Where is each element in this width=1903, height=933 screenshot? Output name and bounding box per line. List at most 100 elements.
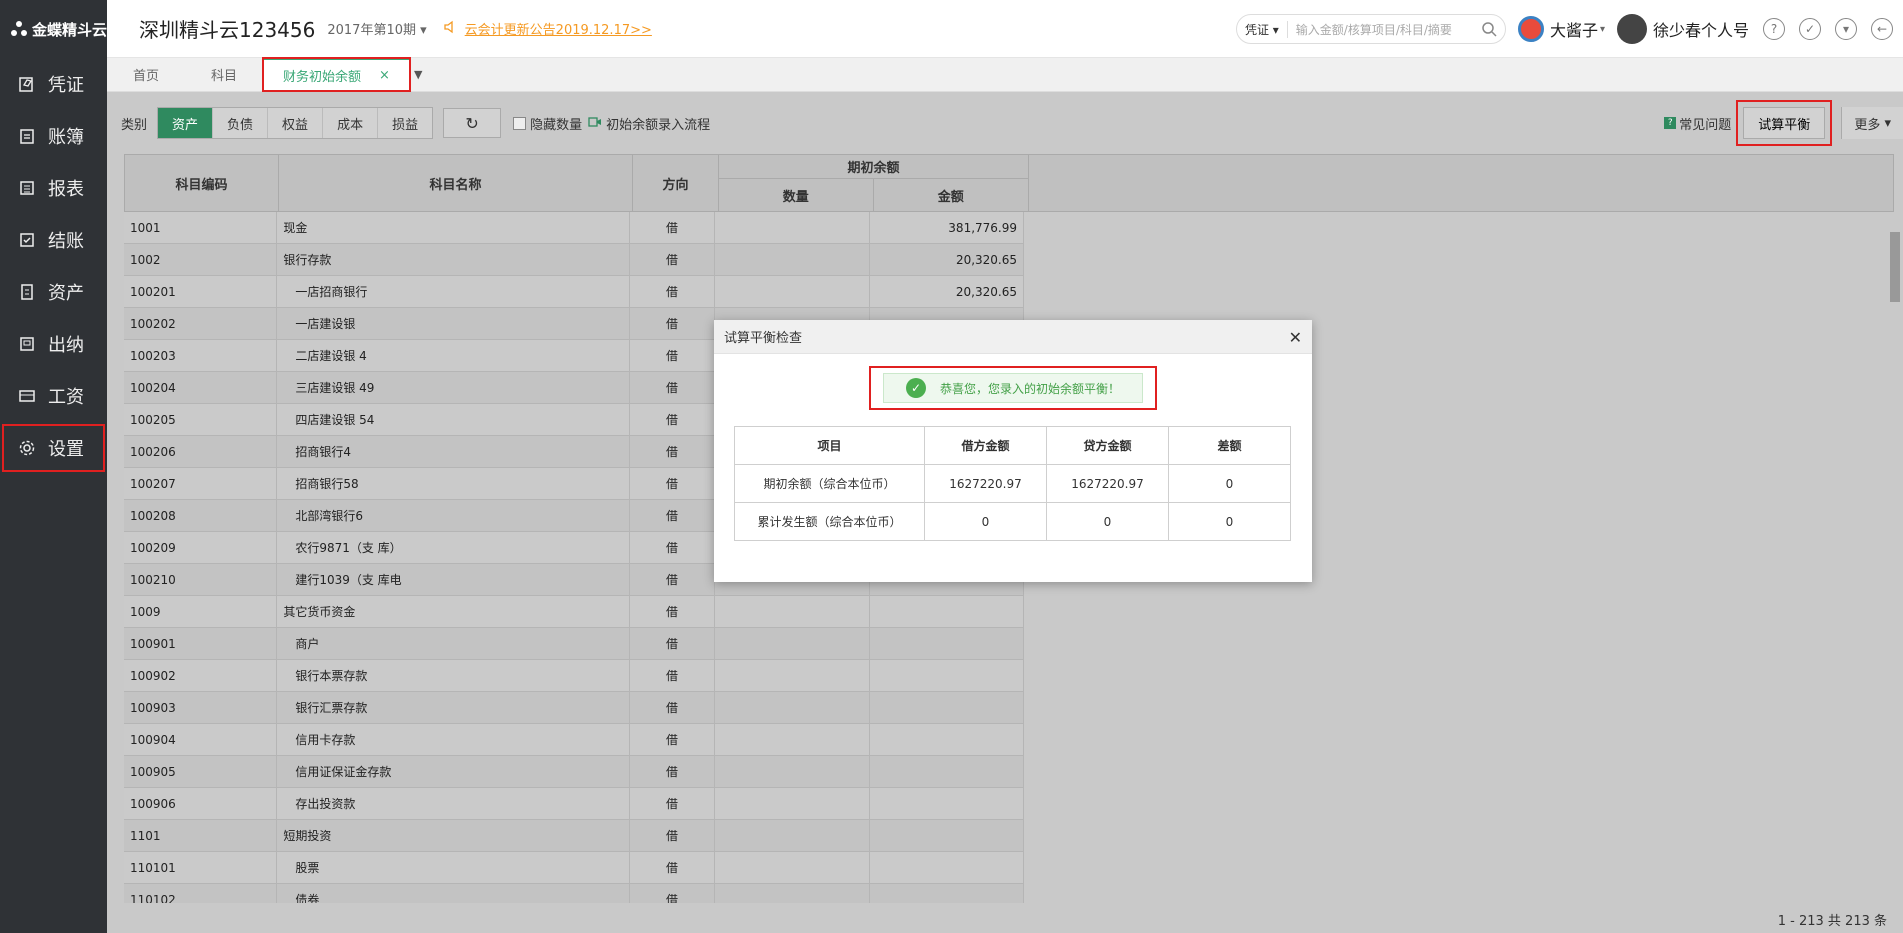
table-row[interactable]: 1009 其它货币资金借 xyxy=(124,596,1025,628)
sidebar-item-report[interactable]: 报表 xyxy=(0,162,107,214)
cell-direction: 借 xyxy=(630,692,716,723)
cell-qty[interactable] xyxy=(715,884,870,903)
cell-qty[interactable] xyxy=(715,852,870,883)
cell-qty[interactable] xyxy=(715,212,870,243)
cell-amount[interactable]: 20,320.65 xyxy=(870,244,1025,275)
cell-amount[interactable] xyxy=(870,724,1024,755)
cell-qty[interactable] xyxy=(715,756,870,787)
user-switch[interactable]: 大酱子 ▾ xyxy=(1517,16,1605,42)
notice-link[interactable]: 云会计更新公告2019.12.17>> xyxy=(443,19,652,38)
table-row[interactable]: 100906 存出投资款借 xyxy=(124,788,1024,820)
cell-name: 其它货币资金 xyxy=(277,596,630,627)
sidebar-item-label: 设置 xyxy=(48,439,84,460)
table-row[interactable]: 100905 信用证保证金存款借 xyxy=(124,756,1024,788)
table-row[interactable]: 1001 现金借 381,776.99 xyxy=(124,212,1025,244)
cell-amount[interactable] xyxy=(870,596,1025,627)
category-liability-button[interactable]: 负债 xyxy=(213,108,269,138)
cell-code: 100202 xyxy=(124,308,278,339)
cell-amount[interactable]: 381,776.99 xyxy=(870,212,1025,243)
category-pl-button[interactable]: 损益 xyxy=(378,108,433,138)
table-row[interactable]: 1002 银行存款借 20,320.65 xyxy=(124,244,1025,276)
period-selector[interactable]: 2017年第10期 ▾ xyxy=(327,19,426,38)
search-input[interactable]: 输入金额/核算项目/科目/摘要 xyxy=(1296,21,1481,38)
refresh-button[interactable]: ↻ xyxy=(443,108,502,138)
sidebar-item-ledger[interactable]: 账簿 xyxy=(0,110,107,162)
cell-amount[interactable] xyxy=(870,884,1024,903)
logout-icon[interactable]: ← xyxy=(1871,18,1893,40)
shirt-icon[interactable]: ▾ xyxy=(1835,18,1857,40)
trial-balance-button[interactable]: 试算平衡 xyxy=(1736,100,1833,146)
cell-qty[interactable] xyxy=(715,244,870,275)
sidebar-item-gear[interactable]: 设置 xyxy=(0,422,107,474)
ledger-icon xyxy=(16,125,38,147)
table-row[interactable]: 100903 银行汇票存款借 xyxy=(124,692,1024,724)
checkbox-box[interactable] xyxy=(513,116,527,130)
category-cost-button[interactable]: 成本 xyxy=(323,108,379,138)
table-row[interactable]: 100904 信用卡存款借 xyxy=(124,724,1024,756)
tab-accounts[interactable]: 科目 xyxy=(185,58,263,91)
cell-qty[interactable] xyxy=(715,596,870,627)
cell-qty[interactable] xyxy=(715,660,870,691)
cell-direction: 借 xyxy=(630,436,716,467)
table-row[interactable]: 100902 银行本票存款借 xyxy=(124,660,1024,692)
cell-amount[interactable] xyxy=(870,692,1024,723)
table-row[interactable]: 100901 商户借 xyxy=(124,628,1024,660)
cell-amount[interactable] xyxy=(870,820,1025,851)
sidebar-item-checkout[interactable]: 结账 xyxy=(0,214,107,266)
category-asset-button[interactable]: 资产 xyxy=(158,108,214,138)
cell-qty[interactable] xyxy=(715,628,870,659)
table-row[interactable]: 110101 股票借 xyxy=(124,852,1024,884)
faq-icon: ? xyxy=(1664,117,1677,129)
cell-qty[interactable] xyxy=(715,276,870,307)
tab-initial-balance[interactable]: 财务初始余额 × xyxy=(262,57,411,92)
asset-icon xyxy=(16,281,38,303)
sidebar-item-salary[interactable]: 工资 xyxy=(0,370,107,422)
cell-direction: 借 xyxy=(630,276,716,307)
category-segment: 资产 负债 权益 成本 损益 xyxy=(157,107,434,139)
table-row[interactable]: 100201 一店招商银行借 20,320.65 xyxy=(124,276,1024,308)
table-scrollbar[interactable] xyxy=(1887,212,1903,903)
cell-name: 一店招商银行 xyxy=(277,276,630,307)
flow-link[interactable]: 初始余额录入流程 xyxy=(588,114,710,133)
cell-amount[interactable] xyxy=(870,660,1024,691)
sidebar-item-cashier[interactable]: 出纳 xyxy=(0,318,107,370)
cell-name: 农行9871（支 库） xyxy=(277,532,630,563)
category-equity-button[interactable]: 权益 xyxy=(268,108,324,138)
cell-amount[interactable] xyxy=(870,788,1024,819)
cell-name: 银行汇票存款 xyxy=(277,692,630,723)
video-icon xyxy=(588,116,602,131)
close-icon[interactable]: ✕ xyxy=(1289,328,1302,347)
company-name[interactable]: 深圳精斗云123456 xyxy=(139,14,315,43)
cell-amount[interactable] xyxy=(870,852,1024,883)
search-box[interactable]: 凭证 ▾ 输入金额/核算项目/科目/摘要 xyxy=(1235,14,1506,44)
close-tab-icon[interactable]: × xyxy=(379,68,390,83)
cell-qty[interactable] xyxy=(715,724,870,755)
tab-dropdown-icon[interactable]: ▼ xyxy=(410,58,426,91)
scroll-thumb[interactable] xyxy=(1890,232,1900,302)
sidebar-item-voucher[interactable]: 凭证 xyxy=(0,58,107,110)
summary-col-credit: 贷方金额 xyxy=(1046,426,1169,465)
cell-qty[interactable] xyxy=(715,692,870,723)
cell-code: 100203 xyxy=(124,340,278,371)
tab-home[interactable]: 首页 xyxy=(107,58,185,91)
search-type-select[interactable]: 凭证 ▾ xyxy=(1245,20,1288,38)
user-profile[interactable]: 徐少春个人号 xyxy=(1616,14,1749,44)
col-code: 科目编码 xyxy=(125,155,279,211)
cell-amount[interactable] xyxy=(870,628,1024,659)
top-header: 深圳精斗云123456 2017年第10期 ▾ 云会计更新公告2019.12.1… xyxy=(107,0,1903,58)
help-icon[interactable]: ? xyxy=(1763,18,1785,40)
sidebar-item-asset[interactable]: 资产 xyxy=(0,266,107,318)
summary-col-debit: 借方金额 xyxy=(924,426,1047,465)
cell-qty[interactable] xyxy=(715,820,870,851)
cell-amount[interactable] xyxy=(870,756,1024,787)
more-dropdown[interactable]: 更多 ▾ xyxy=(1841,107,1903,139)
cell-amount[interactable]: 20,320.65 xyxy=(870,276,1024,307)
faq-link[interactable]: ? 常见问题 xyxy=(1664,114,1731,133)
app-logo[interactable]: 金蝶精斗云 xyxy=(0,0,107,58)
cell-qty[interactable] xyxy=(715,788,870,819)
table-row[interactable]: 110102 债券借 xyxy=(124,884,1024,903)
search-icon[interactable] xyxy=(1481,21,1497,37)
table-row[interactable]: 1101 短期投资借 xyxy=(124,820,1025,852)
hide-qty-checkbox[interactable]: 隐藏数量 xyxy=(513,114,582,133)
clock-icon[interactable]: ✓ xyxy=(1799,18,1821,40)
